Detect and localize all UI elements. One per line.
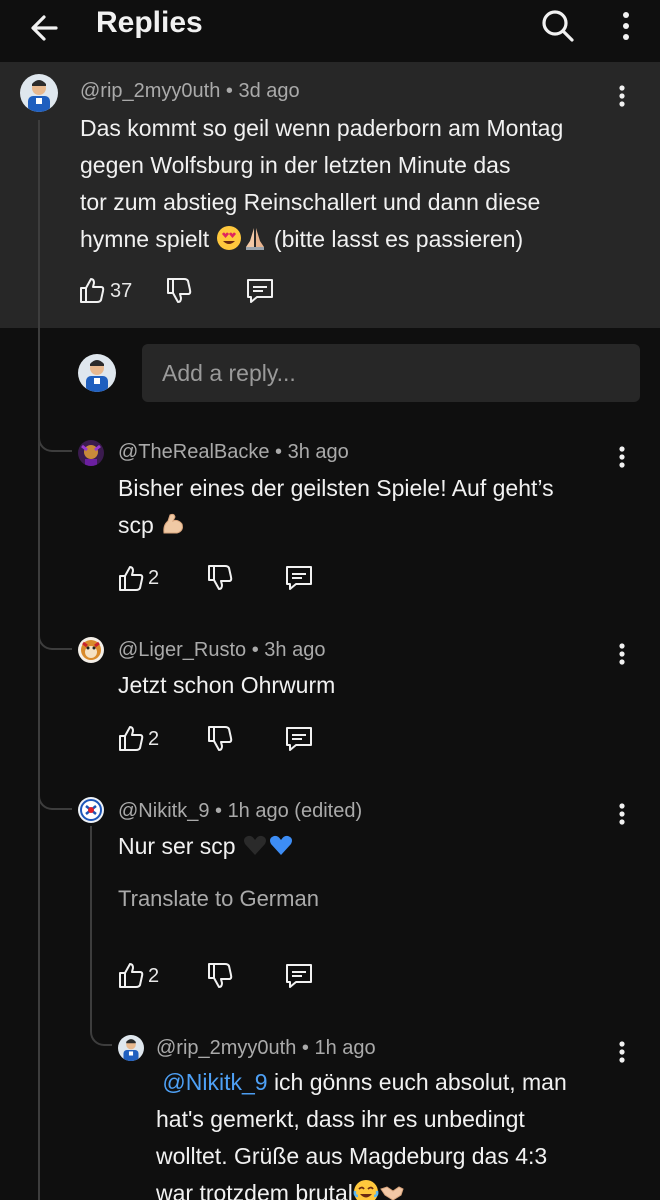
more-vert-icon[interactable] [606, 6, 646, 46]
comment-text: Jetzt schon Ohrwurm [118, 672, 336, 698]
comment-text: Bisher eines der geilsten Spiele! Auf ge… [118, 475, 554, 538]
author-name[interactable]: @Nikitk_9 [118, 800, 209, 822]
comment-text: Das kommt so geil wenn paderborn am Mont… [80, 115, 564, 252]
like-icon[interactable] [116, 960, 146, 990]
comment-meta: @Nikitk_9 • 1h ago (edited) [118, 800, 363, 822]
comment-time: 1h ago [314, 1037, 376, 1059]
comment-menu-icon[interactable] [612, 82, 632, 112]
comment-time: 3h ago [287, 441, 349, 463]
dislike-icon[interactable] [205, 961, 235, 991]
comment-text: Nur ser scp [118, 828, 628, 865]
avatar[interactable] [78, 637, 104, 663]
top-app-bar: Replies [0, 0, 660, 62]
author-name[interactable]: @rip_2myy0uth [156, 1037, 296, 1059]
mention-link[interactable]: @Nikitk_9 [162, 1069, 267, 1095]
flexed-biceps-emoji-icon [163, 513, 184, 534]
thread-connector [90, 1004, 112, 1046]
like-count: 2 [148, 567, 160, 589]
comment-text: @Nikitk_9 ich gönns euch absolut, man ha… [156, 1064, 626, 1200]
page-title: Replies [96, 6, 203, 39]
reply-input[interactable]: Add a reply... [142, 344, 640, 402]
like-icon[interactable] [77, 275, 107, 305]
like-count: 37 [110, 280, 133, 302]
comment-time: 3d ago [238, 80, 300, 102]
praying-hands-emoji-icon [245, 228, 264, 250]
dislike-icon[interactable] [164, 276, 194, 306]
dislike-icon[interactable] [205, 724, 235, 754]
heart-eyes-emoji-icon [216, 226, 241, 250]
black-heart-emoji-icon [243, 835, 266, 855]
comment-meta: @TheRealBacke • 3h ago [118, 441, 349, 463]
reply-comment-icon[interactable] [284, 724, 314, 754]
comment-menu-icon[interactable] [612, 800, 632, 830]
reply-comment-icon[interactable] [245, 276, 275, 306]
thread-line [38, 120, 40, 1200]
like-icon[interactable] [116, 563, 146, 593]
comment-meta: @rip_2myy0uth • 1h ago [156, 1037, 376, 1059]
author-name[interactable]: @TheRealBacke [118, 441, 269, 463]
reply-comment-icon[interactable] [284, 563, 314, 593]
author-name[interactable]: @Liger_Rusto [118, 639, 246, 661]
comment-time: 3h ago [264, 639, 326, 661]
comment-meta: @rip_2myy0uth • 3d ago [80, 80, 300, 102]
reply-input-placeholder: Add a reply... [162, 360, 296, 386]
like-icon[interactable] [116, 723, 146, 753]
author-name[interactable]: @rip_2myy0uth [80, 80, 220, 102]
current-user-avatar [78, 354, 116, 392]
thread-connector [38, 618, 72, 650]
comment-meta: @Liger_Rusto • 3h ago [118, 639, 326, 661]
like-count: 2 [148, 728, 160, 750]
handshake-emoji-icon [380, 1186, 404, 1200]
avatar[interactable] [78, 797, 104, 823]
reply-comment-icon[interactable] [284, 961, 314, 991]
thread-connector [38, 778, 72, 810]
avatar[interactable] [78, 440, 104, 466]
translate-link[interactable]: Translate to German [118, 886, 319, 912]
search-icon[interactable] [538, 6, 578, 46]
back-arrow-icon[interactable] [26, 8, 66, 48]
like-count: 2 [148, 965, 160, 987]
blue-heart-emoji-icon [269, 835, 292, 855]
nested-thread-line [90, 826, 92, 1006]
tears-of-joy-emoji-icon [353, 1180, 379, 1200]
comment-time: 1h ago (edited) [227, 800, 363, 822]
avatar[interactable] [20, 74, 58, 112]
avatar[interactable] [118, 1035, 144, 1061]
comment-menu-icon[interactable] [612, 640, 632, 670]
dislike-icon[interactable] [205, 563, 235, 593]
comment-menu-icon[interactable] [612, 443, 632, 473]
thread-connector [38, 420, 72, 452]
